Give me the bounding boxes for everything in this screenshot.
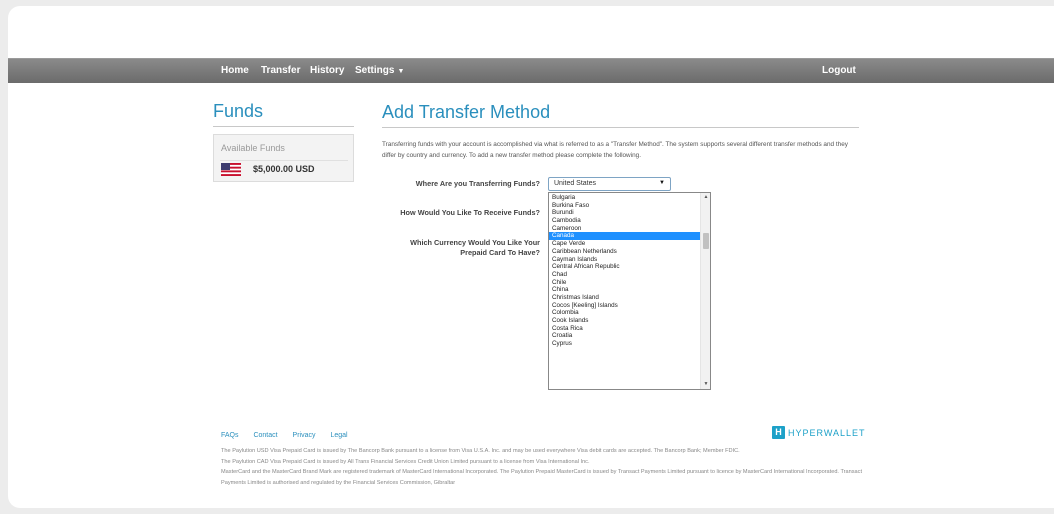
dropdown-arrow-icon: ▼ [659,180,665,186]
legal-line: The Paylution USD Visa Prepaid Card is i… [221,448,740,454]
country-option[interactable]: Burundi [549,209,701,217]
country-option[interactable]: Cayman Islands [549,256,701,264]
available-funds-label: Available Funds [221,143,285,153]
country-select-value: United States [554,180,597,187]
legal-disclaimer: The Paylution USD Visa Prepaid Card is i… [221,446,871,488]
receive-question-label: How Would You Like To Receive Funds? [400,208,540,217]
country-option[interactable]: Cambodia [549,217,701,225]
country-option[interactable]: Cook Islands [549,317,701,325]
funds-heading: Funds [213,101,264,121]
dropdown-options: Bulgaria Burkina Faso Burundi Cambodia Camer… [549,194,701,348]
dropdown-scrollbar[interactable]: ▲ ▼ [700,193,710,389]
funds-divider [213,126,354,127]
caret-down-icon: ▼ [397,68,405,75]
scroll-up-icon[interactable]: ▲ [701,193,710,202]
top-navbar: Home Transfer History Settings ▼ Logout [8,58,1054,83]
nav-settings-menu[interactable]: Settings ▼ [355,65,404,76]
country-option[interactable]: Cocos [Keeling] Islands [549,302,701,310]
nav-home-link[interactable]: Home [221,65,249,76]
country-option[interactable]: Bulgaria [549,194,701,202]
footer-link-legal[interactable]: Legal [330,432,347,439]
available-funds-panel: Available Funds $5,000.00 USD [213,134,354,182]
country-option[interactable]: Burkina Faso [549,202,701,210]
nav-transfer-link[interactable]: Transfer [261,65,300,76]
nav-settings-label: Settings [355,65,395,76]
country-option[interactable]: Christmas Island [549,294,701,302]
hyperwallet-logo: H HYPERWALLET [772,426,866,439]
legal-line: MasterCard and the MasterCard Brand Mark… [221,469,862,486]
scroll-down-icon[interactable]: ▼ [701,380,710,389]
footer-link-contact[interactable]: Contact [253,432,277,439]
currency-question-label: Which Currency Would You Like Your Prepa… [410,238,540,257]
page-title: Add Transfer Method [382,102,551,122]
brand-name: HYPERWALLET [788,427,866,438]
country-option[interactable]: Cape Verde [549,240,701,248]
country-option[interactable]: Costa Rica [549,325,701,333]
title-divider [382,127,859,128]
hyperwallet-mark-icon: H [772,426,785,439]
panel-divider [220,160,348,161]
scrollbar-thumb[interactable] [703,233,709,249]
country-select[interactable]: United States ▼ [548,177,671,191]
country-option[interactable]: Caribbean Netherlands [549,248,701,256]
logout-link[interactable]: Logout [822,65,856,76]
intro-text: Transferring funds with your account is … [382,141,848,159]
country-option[interactable]: Canada [549,232,701,241]
nav-history-link[interactable]: History [310,65,344,76]
country-option[interactable]: Cyprus [549,340,701,348]
country-option[interactable]: Colombia [549,309,701,317]
balance-amount: $5,000.00 USD [253,164,315,174]
country-option[interactable]: Chad [549,271,701,279]
country-option[interactable]: Cameroon [549,225,701,233]
country-question-label: Where Are you Transferring Funds? [415,179,540,188]
country-option[interactable]: Croatia [549,332,701,340]
country-option[interactable]: China [549,286,701,294]
footer-links: FAQs Contact Privacy Legal [221,432,361,439]
country-option[interactable]: Central African Republic [549,263,701,271]
us-flag-icon [221,163,241,176]
country-option[interactable]: Chile [549,279,701,287]
app-window: Home Transfer History Settings ▼ Logout F… [8,6,1054,508]
country-dropdown-list[interactable]: Bulgaria Burkina Faso Burundi Cambodia Camer… [548,192,711,390]
footer-link-privacy[interactable]: Privacy [293,432,316,439]
legal-line: The Paylution CAD Visa Prepaid Card is i… [221,458,590,465]
footer-link-faqs[interactable]: FAQs [221,432,239,439]
